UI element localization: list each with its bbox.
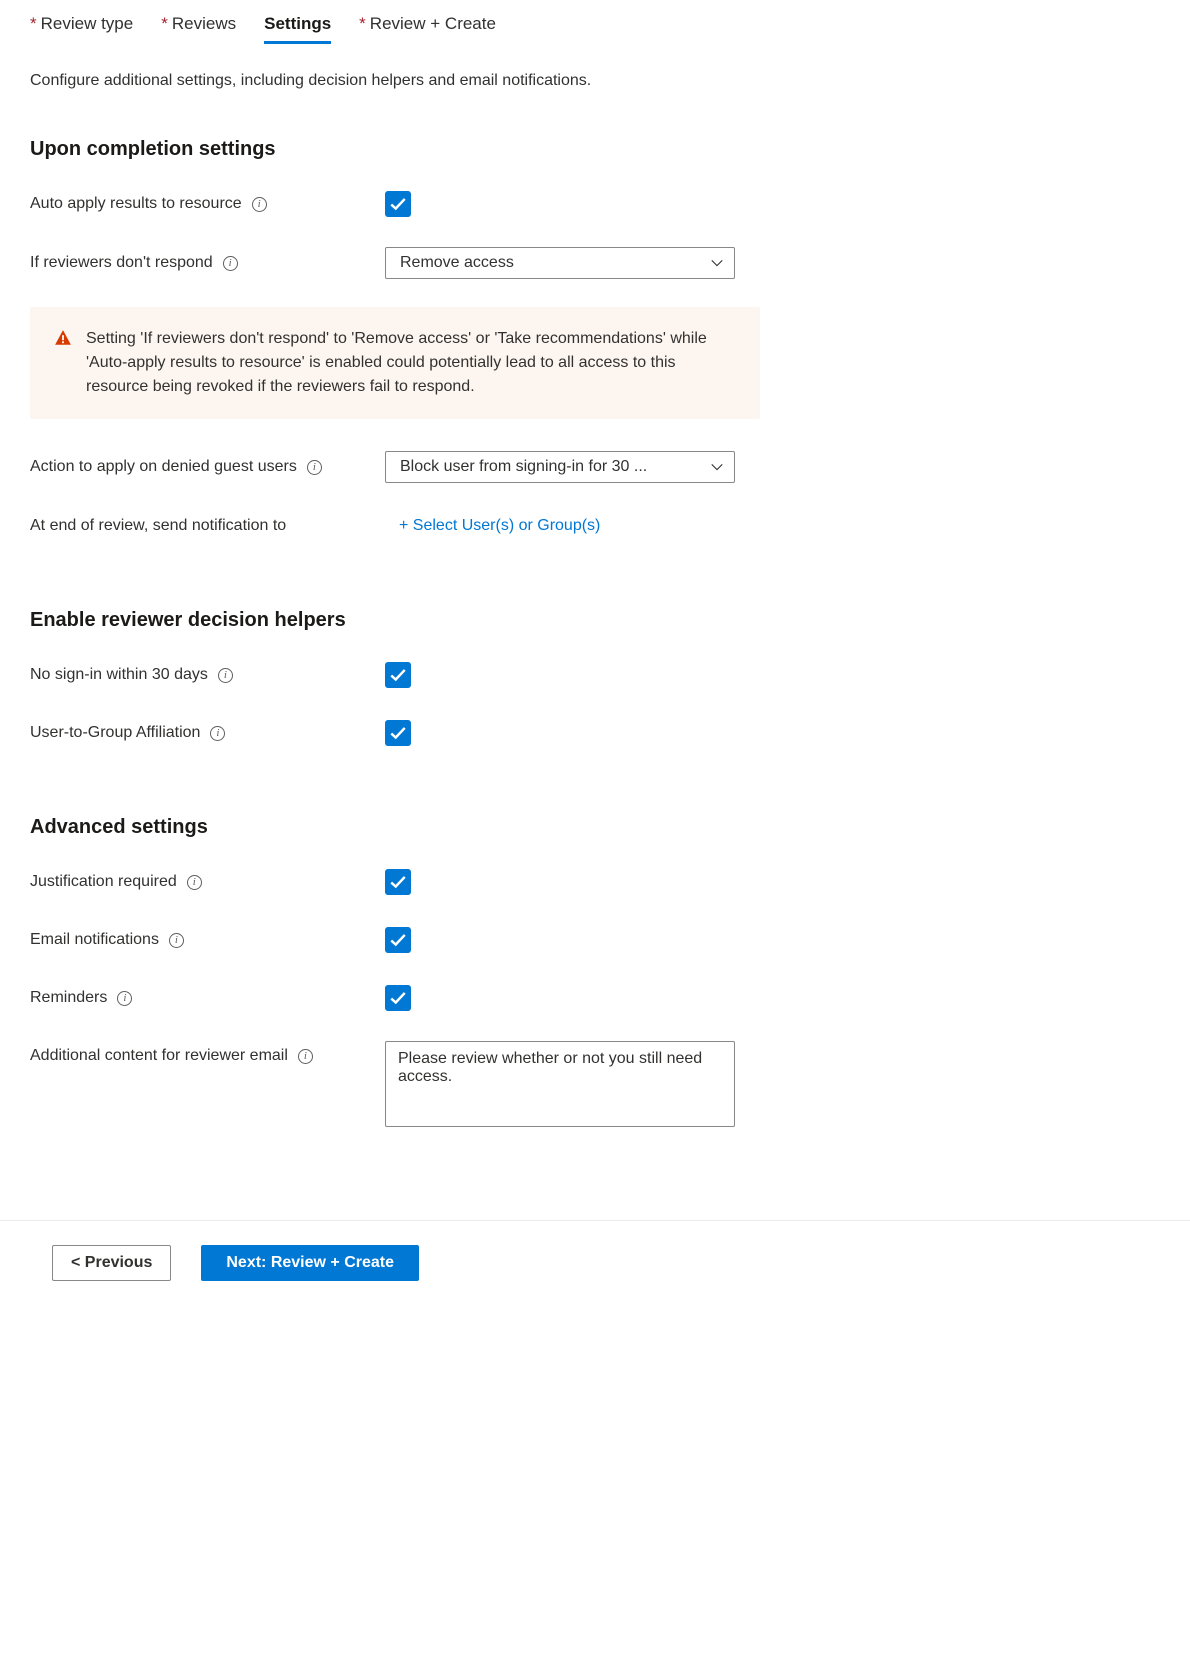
previous-button[interactable]: < Previous <box>52 1245 171 1281</box>
checkbox-no-signin[interactable] <box>385 662 411 688</box>
section-title-advanced: Advanced settings <box>30 816 1160 839</box>
info-icon[interactable]: i <box>252 197 267 212</box>
info-icon[interactable]: i <box>187 875 202 890</box>
warning-text: Setting 'If reviewers don't respond' to … <box>86 327 736 399</box>
label-reminders: Reminders <box>30 989 107 1007</box>
required-asterisk: * <box>30 14 37 34</box>
check-icon <box>389 873 407 891</box>
next-button[interactable]: Next: Review + Create <box>201 1245 419 1281</box>
row-reminders: Reminders i <box>30 983 1160 1013</box>
checkbox-auto-apply[interactable] <box>385 191 411 217</box>
tab-label: Review type <box>41 14 134 34</box>
row-denied-guest: Action to apply on denied guest users i … <box>30 451 1160 483</box>
dropdown-value: Block user from signing-in for 30 ... <box>400 458 647 476</box>
chevron-down-icon <box>710 460 724 474</box>
label-auto-apply: Auto apply results to resource <box>30 195 242 213</box>
label-email-notif: Email notifications <box>30 931 159 949</box>
select-users-link[interactable]: + Select User(s) or Group(s) <box>385 517 600 534</box>
dropdown-value: Remove access <box>400 254 514 272</box>
tab-review-type[interactable]: * Review type <box>30 14 133 44</box>
row-no-respond: If reviewers don't respond i Remove acce… <box>30 247 1160 279</box>
tab-label: Review + Create <box>370 14 496 34</box>
checkbox-reminders[interactable] <box>385 985 411 1011</box>
tab-strip: * Review type * Reviews Settings * Revie… <box>30 0 1160 44</box>
info-icon[interactable]: i <box>298 1049 313 1064</box>
info-icon[interactable]: i <box>218 668 233 683</box>
page-description: Configure additional settings, including… <box>30 72 1160 90</box>
required-asterisk: * <box>359 14 366 34</box>
textarea-additional-content[interactable] <box>385 1041 735 1127</box>
section-title-completion: Upon completion settings <box>30 138 1160 161</box>
row-affiliation: User-to-Group Affiliation i <box>30 718 1160 748</box>
check-icon <box>389 724 407 742</box>
warning-icon <box>54 329 72 399</box>
row-auto-apply: Auto apply results to resource i <box>30 189 1160 219</box>
footer-actions: < Previous Next: Review + Create <box>0 1220 1190 1301</box>
checkbox-affiliation[interactable] <box>385 720 411 746</box>
label-additional-content: Additional content for reviewer email <box>30 1047 288 1065</box>
row-notify: At end of review, send notification to +… <box>30 511 1160 541</box>
label-no-respond: If reviewers don't respond <box>30 254 213 272</box>
info-icon[interactable]: i <box>169 933 184 948</box>
required-asterisk: * <box>161 14 168 34</box>
tab-review-create[interactable]: * Review + Create <box>359 14 496 44</box>
info-icon[interactable]: i <box>307 460 322 475</box>
label-notify: At end of review, send notification to <box>30 517 286 535</box>
row-no-signin: No sign-in within 30 days i <box>30 660 1160 690</box>
check-icon <box>389 195 407 213</box>
tab-reviews[interactable]: * Reviews <box>161 14 236 44</box>
label-justification: Justification required <box>30 873 177 891</box>
label-no-signin: No sign-in within 30 days <box>30 666 208 684</box>
warning-callout: Setting 'If reviewers don't respond' to … <box>30 307 760 419</box>
info-icon[interactable]: i <box>117 991 132 1006</box>
check-icon <box>389 931 407 949</box>
label-denied-guest: Action to apply on denied guest users <box>30 458 297 476</box>
tab-label: Reviews <box>172 14 236 34</box>
info-icon[interactable]: i <box>223 256 238 271</box>
label-affiliation: User-to-Group Affiliation <box>30 724 200 742</box>
row-additional-content: Additional content for reviewer email i <box>30 1041 1160 1132</box>
dropdown-no-respond[interactable]: Remove access <box>385 247 735 279</box>
checkbox-email-notif[interactable] <box>385 927 411 953</box>
row-email-notif: Email notifications i <box>30 925 1160 955</box>
row-justification: Justification required i <box>30 867 1160 897</box>
checkbox-justification[interactable] <box>385 869 411 895</box>
tab-settings[interactable]: Settings <box>264 14 331 44</box>
check-icon <box>389 666 407 684</box>
check-icon <box>389 989 407 1007</box>
section-title-helpers: Enable reviewer decision helpers <box>30 609 1160 632</box>
tab-label: Settings <box>264 14 331 34</box>
chevron-down-icon <box>710 256 724 270</box>
dropdown-denied-guest[interactable]: Block user from signing-in for 30 ... <box>385 451 735 483</box>
info-icon[interactable]: i <box>210 726 225 741</box>
